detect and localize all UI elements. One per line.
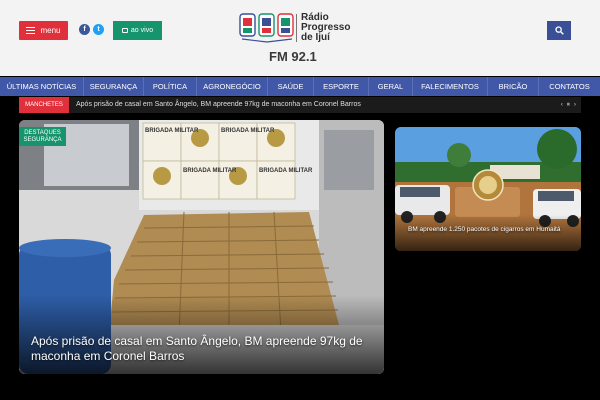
nav-item-contatos[interactable]: CONTATOS bbox=[539, 77, 600, 96]
ticker-headline[interactable]: Após prisão de casal em Santo Ângelo, BM… bbox=[76, 97, 361, 113]
image-banner-4: BRIGADA MILITAR bbox=[259, 168, 313, 174]
menu-button[interactable]: menu bbox=[19, 21, 68, 40]
headline-ticker: MANCHETES Após prisão de casal em Santo … bbox=[19, 97, 581, 113]
search-button[interactable] bbox=[547, 21, 571, 40]
image-banner-2: BRIGADA MILITAR bbox=[221, 128, 275, 134]
nav-item-politica[interactable]: POLÍTICA bbox=[144, 77, 197, 96]
twitter-icon[interactable]: t bbox=[93, 24, 104, 35]
side-story[interactable]: BM apreende 1.250 pacotes de cigarros em… bbox=[395, 127, 581, 251]
search-icon bbox=[554, 26, 564, 35]
nav-item-agronegocio[interactable]: AGRONEGÓCIO bbox=[197, 77, 268, 96]
live-label: ao vivo bbox=[130, 27, 154, 34]
hamburger-icon bbox=[26, 27, 36, 34]
site-logo[interactable]: Rádio Progresso de Ijuí FM 92.1 bbox=[239, 12, 364, 67]
featured-story-title[interactable]: Após prisão de casal em Santo Ângelo, BM… bbox=[31, 334, 376, 364]
nav-item-bricao[interactable]: BRICÃO bbox=[488, 77, 539, 96]
featured-story[interactable]: BRIGADA MILITAR BRIGADA MILITAR BRIGADA … bbox=[19, 120, 384, 374]
nav-item-seguranca[interactable]: SEGURANÇA bbox=[84, 77, 144, 96]
side-story-title[interactable]: BM apreende 1.250 pacotes de cigarros em… bbox=[408, 226, 578, 234]
nav-item-geral[interactable]: GERAL bbox=[369, 77, 413, 96]
logo-emblem bbox=[239, 13, 294, 43]
nav-item-saude[interactable]: SAÚDE bbox=[268, 77, 314, 96]
category-label: DESTAQUES SEGURANÇA bbox=[23, 129, 62, 143]
live-button[interactable]: ao vivo bbox=[113, 21, 162, 40]
main-nav: ÚLTIMAS NOTÍCIAS SEGURANÇA POLÍTICA AGRO… bbox=[0, 77, 600, 96]
logo-divider bbox=[296, 14, 297, 42]
image-banner-1: BRIGADA MILITAR bbox=[145, 128, 199, 134]
site-header: menu f t ao vivo Rádio Progresso de Ijuí… bbox=[0, 0, 600, 76]
logo-frequency: FM 92.1 bbox=[269, 49, 317, 64]
tv-icon bbox=[121, 28, 128, 33]
category-badge[interactable]: DESTAQUES SEGURANÇA bbox=[19, 127, 66, 146]
nav-item-falecimentos[interactable]: FALECIMENTOS bbox=[413, 77, 488, 96]
nav-item-ultimas-noticias[interactable]: ÚLTIMAS NOTÍCIAS bbox=[0, 77, 84, 96]
ticker-label: MANCHETES bbox=[19, 97, 69, 113]
menu-label: menu bbox=[40, 26, 61, 35]
nav-item-esporte[interactable]: ESPORTE bbox=[314, 77, 369, 96]
logo-line-3: de Ijuí bbox=[301, 32, 330, 43]
image-banner-3: BRIGADA MILITAR bbox=[183, 168, 237, 174]
ticker-controls[interactable]: ‹ ⏸ › bbox=[561, 97, 577, 113]
facebook-icon[interactable]: f bbox=[79, 24, 90, 35]
